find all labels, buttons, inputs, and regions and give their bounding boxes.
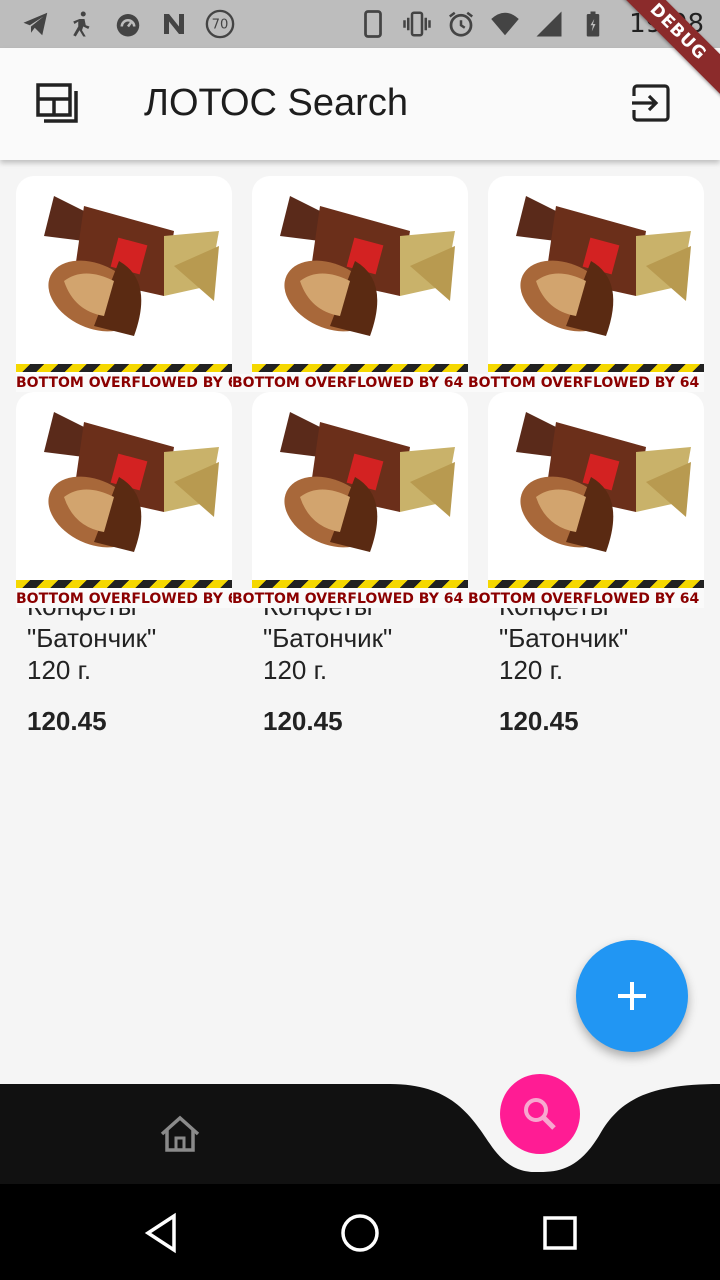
badge-70-icon: 70 xyxy=(204,8,236,40)
speedometer-icon xyxy=(112,8,144,40)
page-title: ЛОТОС Search xyxy=(144,82,408,124)
overflow-warning: BOTTOM OVERFLOWED BY 64 PIXELS xyxy=(232,374,468,392)
system-navigation-bar xyxy=(0,1184,720,1280)
overflow-indicator xyxy=(488,580,704,588)
product-text: Конфеты "Батончик" 120 г. 120.45 xyxy=(252,590,468,737)
product-price: 120.45 xyxy=(263,706,343,736)
product-image xyxy=(44,412,219,552)
back-icon[interactable] xyxy=(138,1210,184,1256)
product-card[interactable] xyxy=(16,392,232,606)
product-weight: 120 г. xyxy=(263,655,328,685)
alarm-icon xyxy=(445,8,477,40)
product-card[interactable] xyxy=(16,176,232,390)
search-icon xyxy=(524,1098,556,1130)
overflow-warning: BOTTOM OVERFLOWED BY 64 PIXELS xyxy=(16,590,232,608)
overflow-indicator xyxy=(252,580,468,588)
product-text: Конфеты "Батончик" 120 г. 120.45 xyxy=(16,590,232,737)
svg-text:70: 70 xyxy=(212,18,229,33)
overflow-indicator xyxy=(488,364,704,372)
overflow-indicator xyxy=(252,364,468,372)
product-card[interactable] xyxy=(252,392,468,606)
product-text: Конфеты "Батончик" 120 г. 120.45 xyxy=(488,590,704,737)
bottom-nav-bar xyxy=(0,1084,720,1184)
home-nav-icon[interactable] xyxy=(337,1210,383,1256)
product-card[interactable] xyxy=(488,392,704,606)
product-price: 120.45 xyxy=(27,706,107,736)
product-price: 120.45 xyxy=(499,706,579,736)
overflow-warning: BOTTOM OVERFLOWED BY 64 PIXELS xyxy=(468,590,704,608)
product-image xyxy=(44,196,219,336)
overflow-warning: BOTTOM OVERFLOWED BY 64 PIXELS xyxy=(468,374,704,392)
product-card[interactable] xyxy=(488,176,704,390)
product-name-line2: "Батончик" xyxy=(263,623,393,653)
status-bar: 70 19:08 xyxy=(0,0,720,48)
signal-icon xyxy=(533,8,565,40)
overflow-warning: BOTTOM OVERFLOWED BY 64 PIXELS xyxy=(232,590,468,608)
logout-icon[interactable] xyxy=(629,82,674,126)
n-icon xyxy=(158,8,190,40)
product-image xyxy=(280,196,455,336)
recents-icon[interactable] xyxy=(537,1210,583,1256)
product-name-line2: "Батончик" xyxy=(27,623,157,653)
product-image xyxy=(280,412,455,552)
home-icon[interactable] xyxy=(158,1114,202,1154)
app-bar: ЛОТОС Search xyxy=(0,48,720,160)
product-image xyxy=(516,196,691,336)
overflow-indicator xyxy=(16,580,232,588)
overflow-warning: BOTTOM OVERFLOWED BY 64 PIXELS xyxy=(16,374,232,392)
walk-icon xyxy=(66,8,98,40)
phone-icon xyxy=(357,8,389,40)
product-weight: 120 г. xyxy=(499,655,564,685)
telegram-icon xyxy=(20,8,52,40)
product-image xyxy=(516,412,691,552)
overflow-indicator xyxy=(16,364,232,372)
search-button[interactable] xyxy=(500,1074,580,1154)
layout-grid-icon[interactable] xyxy=(30,82,82,128)
vibrate-icon xyxy=(401,8,433,40)
product-card[interactable] xyxy=(252,176,468,390)
plus-icon xyxy=(618,982,646,1010)
product-weight: 120 г. xyxy=(27,655,92,685)
product-name-line2: "Батончик" xyxy=(499,623,629,653)
battery-icon xyxy=(577,8,609,40)
add-button[interactable] xyxy=(576,940,688,1052)
wifi-icon xyxy=(489,8,521,40)
